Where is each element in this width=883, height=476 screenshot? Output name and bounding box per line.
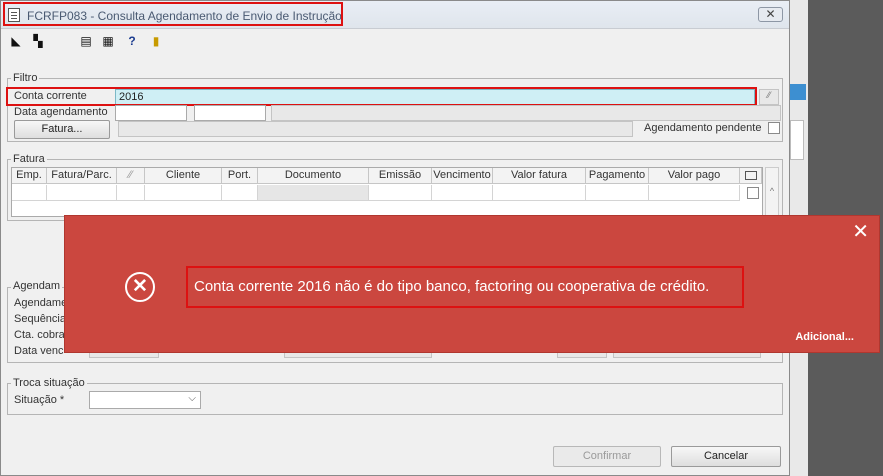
filtro-legend: Filtro	[11, 72, 40, 84]
table-cell[interactable]	[47, 185, 117, 201]
table-cell[interactable]	[145, 185, 222, 201]
data-vencimento-label: Data venc	[14, 345, 64, 357]
column-header[interactable]: Emissão	[369, 168, 432, 184]
grid-icon[interactable]: ▦	[101, 34, 115, 48]
column-header[interactable]: Documento	[258, 168, 369, 184]
situacao-select[interactable]: ⌵	[89, 391, 201, 409]
table-cell[interactable]	[222, 185, 258, 201]
row-checkbox[interactable]	[747, 187, 759, 199]
sequencia-label: Sequência	[14, 313, 66, 325]
column-header[interactable]: Port.	[222, 168, 258, 184]
data-agendamento-extra	[271, 105, 781, 121]
chevron-down-icon: ⌵	[188, 393, 196, 404]
column-header[interactable]: Emp.	[12, 168, 47, 184]
lookup-button[interactable]: ⁄⁄	[759, 89, 779, 105]
table-cell[interactable]	[432, 185, 493, 201]
exit-door-icon[interactable]: ▮	[149, 34, 163, 48]
cta-cobranca-label: Cta. cobra	[14, 329, 65, 341]
column-header[interactable]: Pagamento	[586, 168, 649, 184]
table-cell[interactable]	[369, 185, 432, 201]
background-field	[790, 120, 804, 160]
close-icon[interactable]: ✕	[852, 222, 869, 242]
table-scrollbar[interactable]: ^	[765, 167, 779, 217]
scroll-up-icon[interactable]: ^	[766, 186, 778, 196]
agendamento-label: Agendame	[14, 297, 68, 309]
cancelar-button[interactable]: Cancelar	[671, 446, 781, 467]
conta-corrente-highlight	[6, 87, 757, 106]
confirmar-button[interactable]: Confirmar	[553, 446, 661, 467]
adicional-link[interactable]: Adicional...	[795, 331, 854, 343]
column-header[interactable]: Vencimento	[432, 168, 493, 184]
table-cell[interactable]	[649, 185, 740, 201]
fatura-table: Emp. Fatura/Parc. ⁄⁄ Cliente Port. Docum…	[11, 167, 763, 217]
column-header[interactable]: Fatura/Parc.	[47, 168, 117, 184]
print-icon[interactable]: ▤	[79, 34, 93, 48]
data-agendamento-from[interactable]	[115, 105, 187, 121]
data-agendamento-to[interactable]	[194, 105, 266, 121]
troca-situacao-legend: Troca situação	[11, 377, 87, 389]
column-header[interactable]: Cliente	[145, 168, 222, 184]
copy-icon[interactable]: ▚	[31, 34, 45, 48]
table-cell[interactable]	[117, 185, 145, 201]
column-header-toggle[interactable]: ⁄⁄	[117, 168, 145, 184]
background-highlight	[790, 84, 806, 100]
error-toast: ✕ ✕ Conta corrente 2016 não é do tipo ba…	[65, 216, 879, 352]
help-icon[interactable]: ?	[125, 34, 139, 48]
agendamento-pendente-label: Agendamento pendente	[644, 122, 762, 134]
data-agendamento-label: Data agendamento	[14, 106, 108, 118]
agendamento-pendente-checkbox[interactable]	[768, 122, 780, 134]
table-cell[interactable]	[493, 185, 586, 201]
window-close-button[interactable]: ✕	[758, 7, 783, 22]
situacao-label: Situação *	[14, 394, 65, 406]
column-header[interactable]: Valor pago	[649, 168, 740, 184]
error-message: Conta corrente 2016 não é do tipo banco,…	[186, 266, 744, 308]
table-cell[interactable]	[586, 185, 649, 201]
fatura-field	[118, 121, 633, 137]
table-cell[interactable]	[12, 185, 47, 201]
table-cell	[258, 185, 369, 201]
column-header[interactable]: Valor fatura	[493, 168, 586, 184]
arrow-left-icon[interactable]: ◣	[9, 34, 23, 48]
error-icon: ✕	[125, 272, 155, 302]
agendamento-legend: Agendam	[11, 280, 63, 292]
select-all-header[interactable]	[740, 168, 762, 184]
fatura-legend: Fatura	[11, 153, 47, 165]
title-highlight	[3, 2, 343, 26]
fatura-button[interactable]: Fatura...	[14, 120, 110, 139]
